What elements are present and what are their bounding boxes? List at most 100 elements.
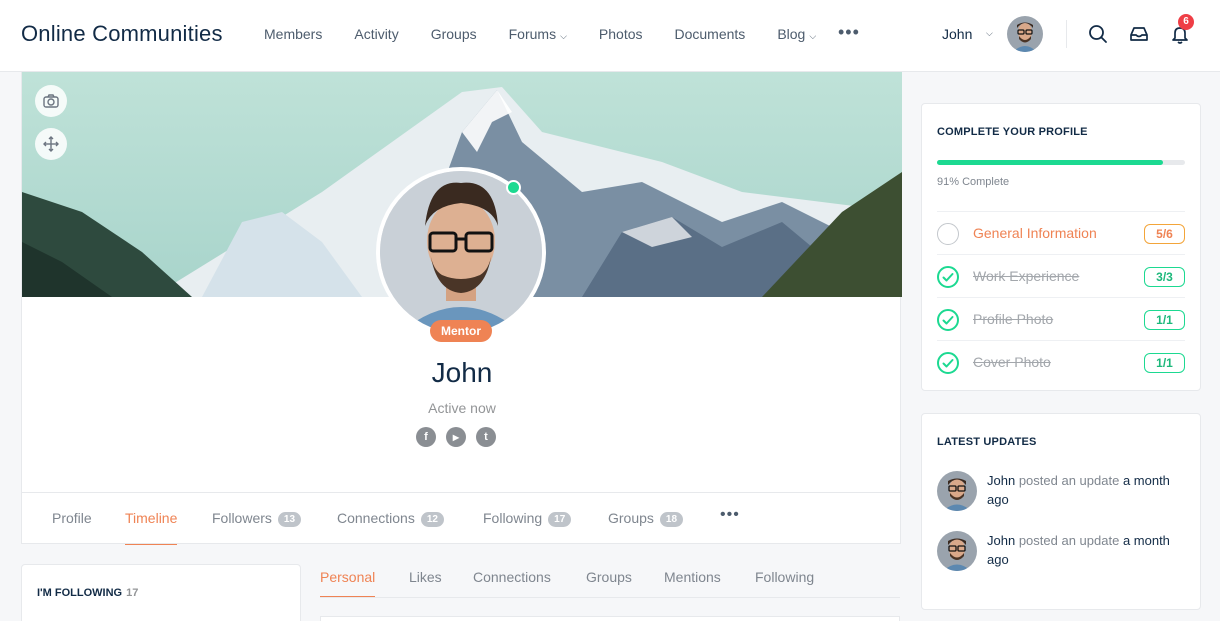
tab-timeline[interactable]: Timeline [125, 510, 178, 545]
site-header: Online Communities Members Activity Grou… [0, 0, 1220, 72]
nav-label: Groups [430, 26, 477, 42]
tab-groups[interactable]: Groups 18 [608, 510, 684, 527]
site-title[interactable]: Online Communities [21, 21, 223, 47]
update-action: posted an update [1018, 473, 1120, 488]
chevron-down-icon[interactable]: ⌵ [986, 28, 993, 39]
tab-connections[interactable]: Connections [473, 569, 551, 585]
update-text: John posted an update a month ago [987, 531, 1172, 569]
count-badge: 17 [548, 512, 572, 527]
nav-label: Activity [354, 26, 399, 42]
profile-step[interactable]: General Information 5/6 [937, 211, 1185, 254]
tab-personal[interactable]: Personal [320, 569, 376, 597]
tab-label: Following [483, 510, 543, 526]
user-menu-name[interactable]: John [942, 26, 972, 42]
nav-item-groups[interactable]: Groups [431, 26, 477, 42]
nav-label: Documents [674, 26, 746, 42]
count-badge: 12 [420, 512, 444, 527]
nav-label: Forums [508, 26, 557, 42]
complete-profile-widget: COMPLETE YOUR PROFILE 91% Complete Gener… [921, 103, 1201, 391]
profile-tabs: Profile Timeline Followers 13 Connections… [22, 492, 902, 545]
ellipsis-icon[interactable]: ••• [838, 22, 860, 43]
widget-title: COMPLETE YOUR PROFILE [937, 126, 1088, 138]
ellipsis-icon[interactable]: ••• [720, 506, 740, 524]
count-badge: 18 [659, 512, 684, 527]
tab-likes[interactable]: Likes [409, 569, 442, 585]
tab-followers[interactable]: Followers 13 [212, 510, 302, 527]
avatar[interactable] [937, 471, 977, 511]
update-item[interactable]: John posted an update a month ago [937, 531, 1187, 575]
profile-step[interactable]: Profile Photo 1/1 [937, 297, 1185, 340]
profile-step[interactable]: Cover Photo 1/1 [937, 340, 1185, 383]
widget-title: I'M FOLLOWING 17 [37, 587, 138, 599]
chevron-down-icon: ⌵ [560, 31, 567, 41]
update-user[interactable]: John [987, 473, 1015, 488]
nav-item-documents[interactable]: Documents [675, 26, 746, 42]
following-title-text: I'M FOLLOWING [37, 587, 123, 599]
check-circle-icon [937, 309, 959, 331]
unchecked-circle-icon [937, 223, 959, 245]
progress-label: 91% Complete [937, 176, 1010, 188]
activity-feed [320, 616, 900, 621]
tab-mentions[interactable]: Mentions [664, 569, 721, 585]
tab-label: Timeline [125, 510, 178, 526]
count-badge: 13 [277, 512, 302, 527]
step-count: 1/1 [1144, 353, 1185, 373]
profile-header-card: Mentor John Active now f ▶ t Profile Tim… [21, 72, 902, 545]
nav-item-activity[interactable]: Activity [354, 26, 398, 42]
check-circle-icon [937, 352, 959, 374]
tab-label: Followers [212, 510, 272, 526]
nav-label: Blog [777, 26, 806, 42]
move-icon[interactable] [35, 128, 67, 160]
nav-item-forums[interactable]: Forums ⌵ [509, 26, 567, 42]
tab-label: Profile [52, 510, 92, 526]
header-divider [1066, 20, 1067, 48]
check-circle-icon [937, 266, 959, 288]
update-action: posted an update [1018, 533, 1120, 548]
following-widget: I'M FOLLOWING 17 [21, 564, 301, 621]
step-label: Work Experience [973, 268, 1080, 284]
nav-item-photos[interactable]: Photos [599, 26, 643, 42]
nav-item-blog[interactable]: Blog ⌵ [777, 26, 816, 42]
latest-updates-widget: LATEST UPDATES John posted an update a m… [921, 413, 1201, 610]
profile-step[interactable]: Work Experience 3/3 [937, 254, 1185, 297]
tab-connections[interactable]: Connections 12 [337, 510, 444, 527]
activity-tabs: Personal Likes Connections Groups Mentio… [320, 568, 900, 598]
role-badge: Mentor [430, 320, 492, 342]
tab-profile[interactable]: Profile [52, 510, 92, 526]
progress-fill [937, 160, 1163, 165]
chevron-down-icon: ⌵ [809, 31, 817, 41]
youtube-icon[interactable]: ▶ [446, 427, 466, 447]
nav-item-members[interactable]: Members [264, 26, 322, 42]
tab-label: Groups [608, 510, 654, 526]
step-count: 5/6 [1144, 224, 1185, 244]
twitter-icon[interactable]: t [476, 427, 496, 447]
nav-label: Photos [598, 26, 643, 42]
profile-progress-bar [937, 160, 1185, 165]
update-text: John posted an update a month ago [987, 471, 1172, 509]
tab-groups[interactable]: Groups [586, 569, 632, 585]
tab-following[interactable]: Following 17 [483, 510, 572, 527]
online-status-dot [506, 180, 521, 195]
profile-avatar[interactable] [376, 167, 546, 337]
tab-label: Connections [337, 510, 415, 526]
avatar[interactable] [937, 531, 977, 571]
profile-name: John [431, 357, 493, 388]
inbox-icon[interactable] [1129, 24, 1149, 44]
following-count: 17 [126, 587, 139, 599]
social-links: f ▶ t [416, 427, 496, 447]
nav-label: Members [264, 26, 323, 42]
notification-count-badge: 6 [1178, 14, 1194, 30]
facebook-icon[interactable]: f [416, 427, 436, 447]
step-label: Profile Photo [973, 311, 1054, 327]
step-label: Cover Photo [973, 354, 1051, 370]
widget-title: LATEST UPDATES [937, 436, 1037, 448]
update-item[interactable]: John posted an update a month ago [937, 471, 1187, 515]
update-user[interactable]: John [987, 533, 1015, 548]
profile-status: Active now [428, 400, 496, 416]
tab-following[interactable]: Following [755, 569, 814, 585]
search-icon[interactable] [1088, 24, 1108, 44]
main-nav: Members Activity Groups Forums ⌵ Photos D… [264, 26, 848, 42]
camera-icon[interactable] [35, 85, 67, 117]
avatar[interactable] [1007, 16, 1043, 52]
step-count: 1/1 [1144, 310, 1185, 330]
